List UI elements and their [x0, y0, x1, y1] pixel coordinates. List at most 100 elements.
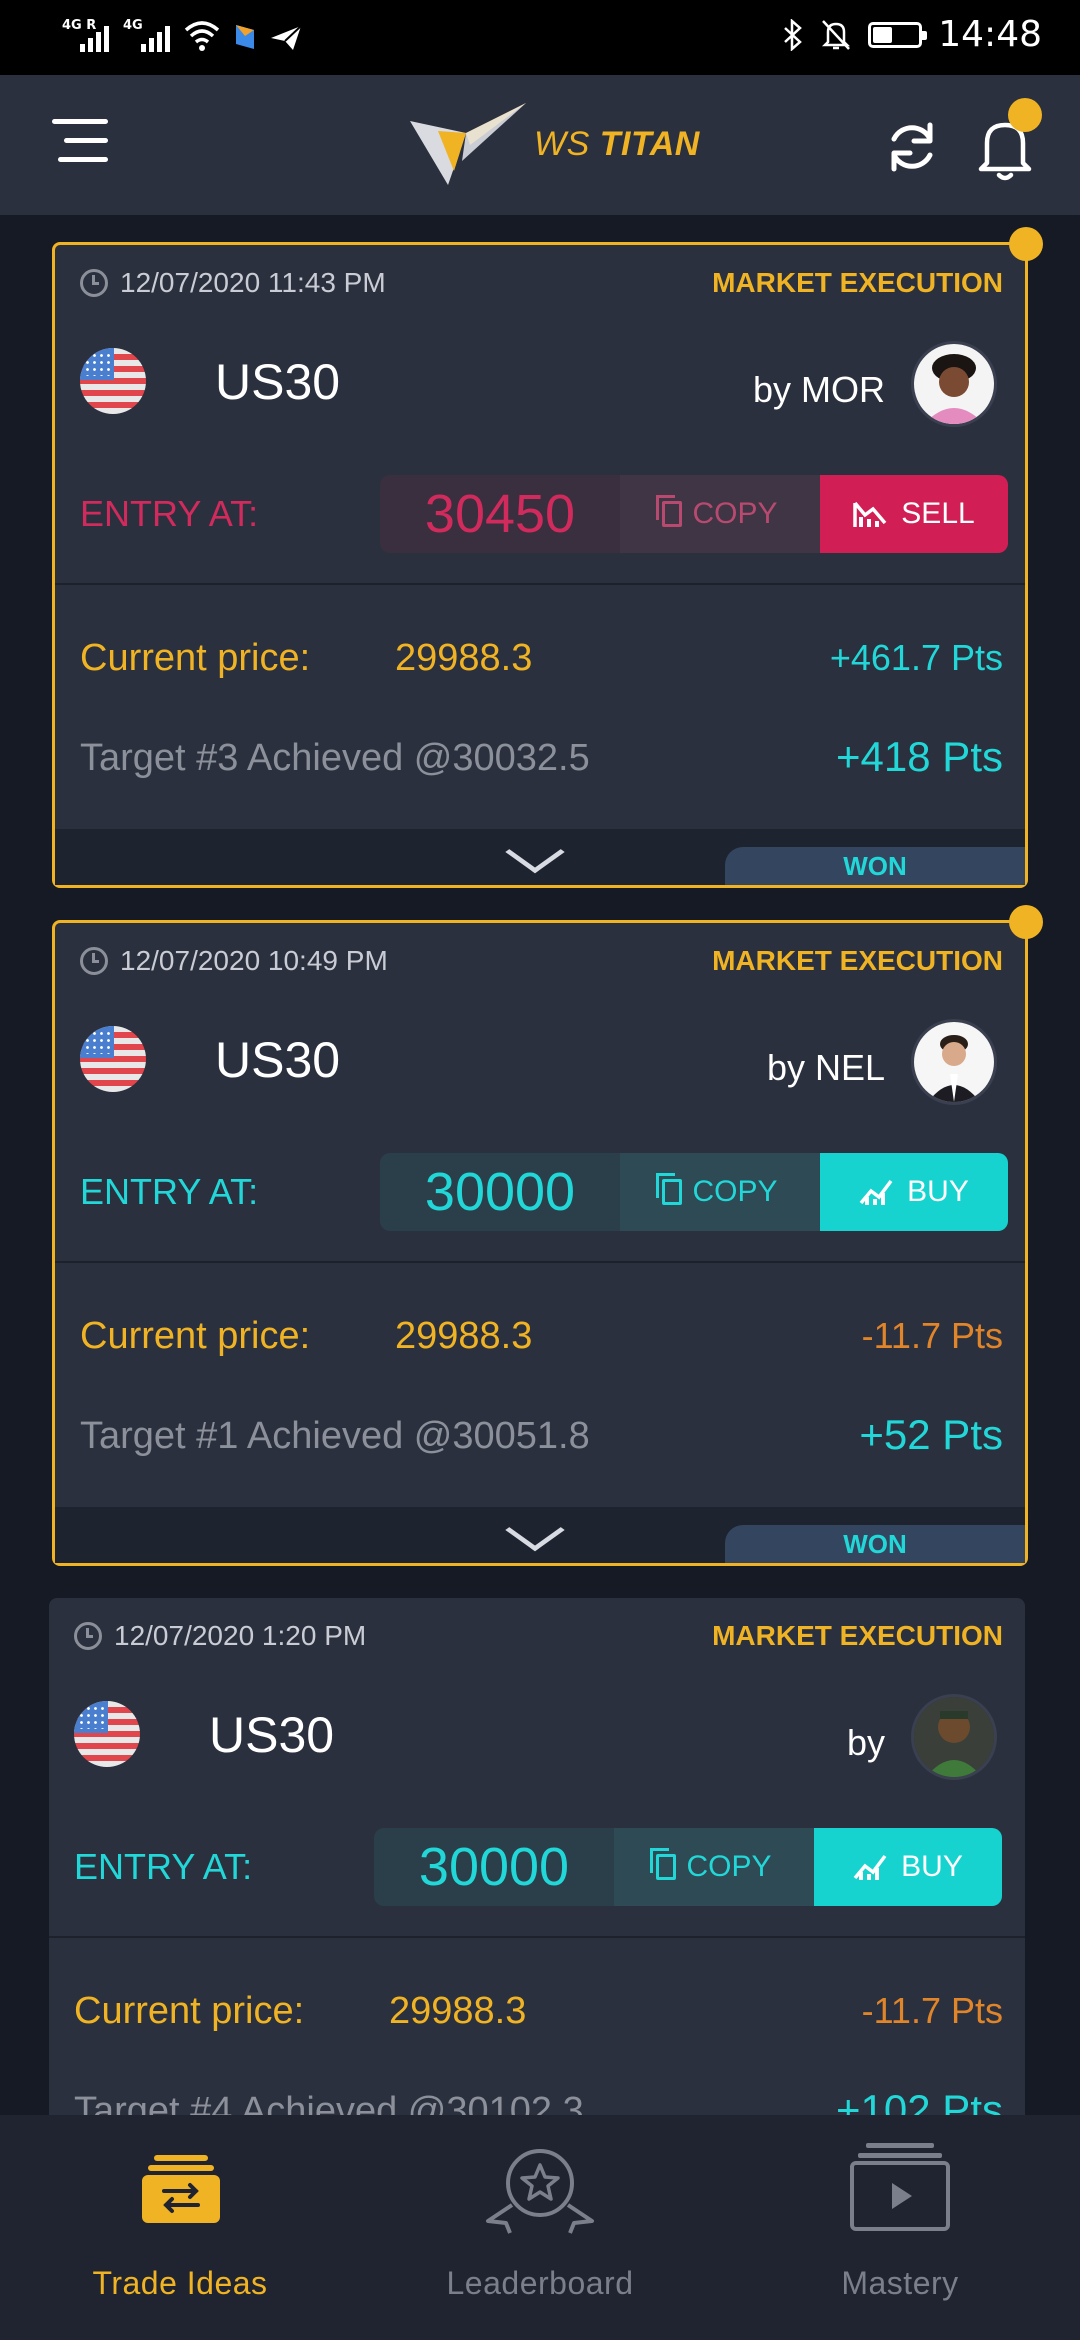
app-header: WS TITAN: [0, 75, 1080, 215]
mastery-icon: [850, 2143, 950, 2231]
clock-time: 14:48: [938, 14, 1042, 55]
us-flag-icon: [80, 348, 146, 414]
buy-button[interactable]: BUY: [820, 1153, 1008, 1231]
buy-button[interactable]: BUY: [814, 1828, 1002, 1906]
copy-button[interactable]: COPY: [614, 1828, 814, 1906]
nav-label: Mastery: [841, 2265, 959, 2301]
divider: [49, 1936, 1025, 1938]
menu-icon[interactable]: [52, 119, 108, 169]
current-price: 29988.3: [395, 637, 533, 679]
current-price-label: Current price:: [80, 637, 311, 679]
logo-wings-icon: [410, 103, 526, 185]
entry-label: ENTRY AT:: [80, 1171, 259, 1212]
bottom-nav: Trade Ideas Leaderboard Mastery: [0, 2115, 1080, 2340]
app-notification-icon: [236, 25, 254, 49]
sell-chart-icon: [853, 501, 887, 527]
target-achieved: Target #1 Achieved @30051.8: [80, 1415, 590, 1457]
chevron-down-icon[interactable]: [505, 1508, 565, 1552]
action-label: SELL: [901, 497, 975, 530]
target-points: +52 Pts: [859, 1411, 1003, 1458]
trade-author: by NEL: [766, 1047, 885, 1088]
logo: WS TITAN: [408, 101, 700, 187]
execution-type: MARKET EXECUTION: [712, 1620, 1003, 1651]
price-diff: -11.7 Pts: [861, 1315, 1003, 1356]
copy-button[interactable]: COPY: [620, 475, 820, 553]
bluetooth-icon: [784, 18, 803, 51]
trade-datetime: 12/07/2020 10:49 PM: [120, 945, 388, 976]
us-flag-icon: [74, 1701, 140, 1767]
copy-icon: [650, 1848, 677, 1880]
leaderboard-icon: [486, 2149, 594, 2234]
copy-label: COPY: [692, 497, 778, 530]
clock-icon: [74, 1622, 102, 1650]
price-diff: -11.7 Pts: [861, 1990, 1003, 2031]
sell-button[interactable]: SELL: [820, 475, 1008, 553]
wifi-icon: [184, 21, 220, 51]
target-achieved: Target #3 Achieved @30032.5: [80, 737, 590, 779]
divider: [55, 583, 1025, 585]
copy-icon: [656, 495, 683, 527]
trade-symbol: US30: [209, 1707, 335, 1763]
logo-ws: WS: [534, 124, 590, 163]
refresh-icon[interactable]: [882, 117, 942, 177]
nav-mastery[interactable]: Mastery: [720, 2115, 1080, 2340]
nav-label: Leaderboard: [446, 2265, 634, 2301]
status-bar: 4G R 4G 14:48: [0, 0, 1080, 75]
target-achieved: Target #4 Achieved @30102.3: [74, 2090, 584, 2115]
trade-ideas-feed[interactable]: 12/07/2020 11:43 PM MARKET EXECUTION US3…: [0, 215, 1080, 2115]
execution-type: MARKET EXECUTION: [712, 267, 1003, 298]
chevron-down-icon[interactable]: [505, 830, 565, 874]
unread-dot: [1009, 227, 1043, 261]
trade-author: by MOR: [752, 369, 885, 410]
copy-label: COPY: [686, 1850, 772, 1883]
mute-icon: [822, 19, 851, 50]
trade-card[interactable]: 12/07/2020 1:20 PM MARKET EXECUTION US30…: [49, 1598, 1025, 2115]
current-price: 29988.3: [389, 1990, 527, 2032]
execution-type: MARKET EXECUTION: [712, 945, 1003, 976]
us-flag-icon: [80, 1026, 146, 1092]
price-diff: +461.7 Pts: [829, 637, 1003, 678]
divider: [55, 1261, 1025, 1263]
unread-dot: [1009, 905, 1043, 939]
trade-symbol: US30: [215, 354, 341, 410]
nav-trade-ideas[interactable]: Trade Ideas: [0, 2115, 360, 2340]
current-price-label: Current price:: [74, 1990, 305, 2032]
target-points: +418 Pts: [836, 733, 1003, 780]
signal-icon: 4G R: [62, 18, 109, 52]
logo-titan: TITAN: [599, 124, 700, 163]
entry-label: ENTRY AT:: [74, 1846, 253, 1887]
action-label: BUY: [907, 1175, 969, 1208]
send-icon: [271, 25, 302, 50]
trade-symbol: US30: [215, 1032, 341, 1088]
trade-datetime: 12/07/2020 11:43 PM: [120, 267, 386, 298]
clock-icon: [80, 269, 108, 297]
battery-icon: [868, 21, 928, 48]
current-price: 29988.3: [395, 1315, 533, 1357]
author-avatar[interactable]: [911, 1019, 997, 1105]
signal-icon: 4G: [123, 18, 170, 52]
entry-price: 30000: [380, 1153, 620, 1231]
nav-label: Trade Ideas: [92, 2265, 268, 2301]
trade-card[interactable]: 12/07/2020 10:49 PM MARKET EXECUTION US3…: [52, 905, 1043, 1566]
entry-label: ENTRY AT:: [80, 493, 259, 534]
nav-leaderboard[interactable]: Leaderboard: [360, 2115, 720, 2340]
trade-author: by: [846, 1722, 885, 1763]
entry-price: 30000: [374, 1828, 614, 1906]
copy-label: COPY: [692, 1175, 778, 1208]
author-avatar[interactable]: [911, 341, 997, 427]
status-badge: WON: [725, 1525, 1025, 1563]
current-price-label: Current price:: [80, 1315, 311, 1357]
status-badge: WON: [725, 847, 1025, 885]
author-avatar[interactable]: [911, 1694, 997, 1780]
buy-chart-icon: [859, 1179, 893, 1205]
buy-chart-icon: [853, 1854, 887, 1880]
notification-badge: [1008, 98, 1042, 132]
trade-datetime: 12/07/2020 1:20 PM: [114, 1620, 367, 1651]
trade-card[interactable]: 12/07/2020 11:43 PM MARKET EXECUTION US3…: [52, 227, 1043, 888]
copy-button[interactable]: COPY: [620, 1153, 820, 1231]
action-label: BUY: [901, 1850, 963, 1883]
trade-ideas-icon: [142, 2155, 220, 2223]
entry-price: 30450: [380, 475, 620, 553]
copy-icon: [656, 1173, 683, 1205]
target-points: +102 Pts: [836, 2086, 1003, 2115]
